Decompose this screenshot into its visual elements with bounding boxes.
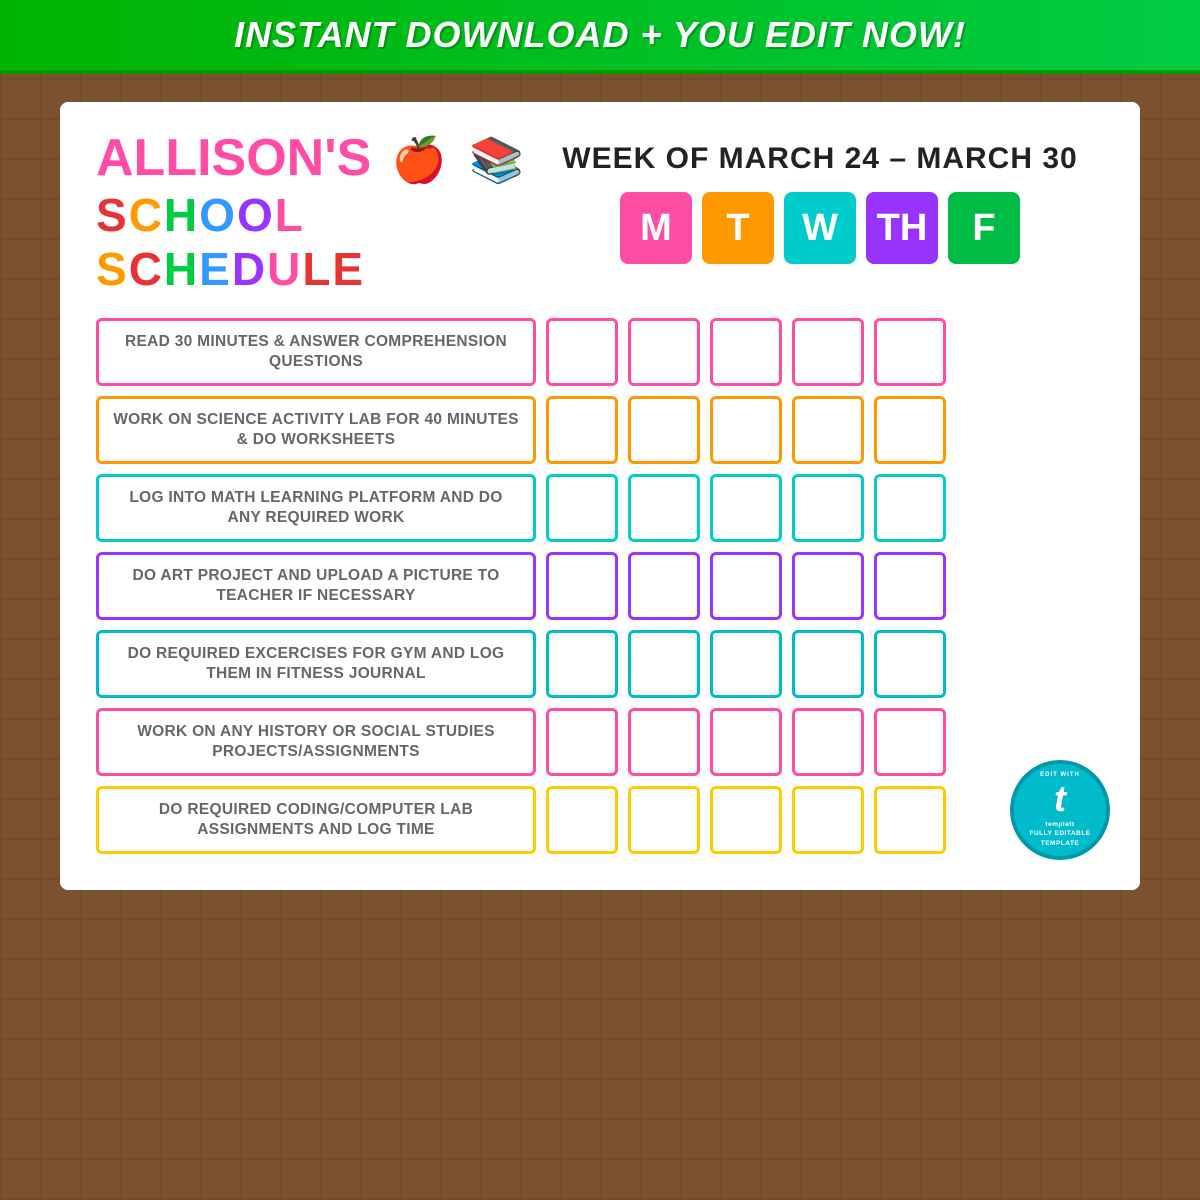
checkbox-5-thu[interactable] — [792, 630, 864, 698]
check-boxes-2 — [546, 396, 946, 464]
day-tuesday: T — [702, 192, 774, 264]
checkbox-2-fri[interactable] — [874, 396, 946, 464]
task-label-2: WORK ON SCIENCE ACTIVITY LAB FOR 40 MINU… — [96, 396, 536, 464]
checkbox-5-mon[interactable] — [546, 630, 618, 698]
task-label-4: DO ART PROJECT AND UPLOAD A PICTURE TO T… — [96, 552, 536, 620]
checkbox-2-tue[interactable] — [628, 396, 700, 464]
checkbox-5-fri[interactable] — [874, 630, 946, 698]
day-thursday: TH — [866, 192, 938, 264]
schedule-title: SCHOOL SCHEDULE — [96, 188, 536, 296]
checkbox-4-mon[interactable] — [546, 552, 618, 620]
checkbox-2-mon[interactable] — [546, 396, 618, 464]
main-card: ALLISON'S 🍎 📚 SCHOOL SCHEDULE WEEK OF MA… — [60, 102, 1140, 890]
checkbox-6-mon[interactable] — [546, 708, 618, 776]
check-boxes-7 — [546, 786, 946, 854]
top-banner: INSTANT DOWNLOAD + YOU EDIT NOW! — [0, 0, 1200, 74]
checkbox-6-fri[interactable] — [874, 708, 946, 776]
checkbox-3-fri[interactable] — [874, 474, 946, 542]
check-boxes-5 — [546, 630, 946, 698]
checkbox-5-tue[interactable] — [628, 630, 700, 698]
templett-label: templettFULLY EDITABLETEMPLATE — [1029, 820, 1090, 847]
checkbox-3-wed[interactable] — [710, 474, 782, 542]
check-boxes-6 — [546, 708, 946, 776]
checkbox-3-tue[interactable] — [628, 474, 700, 542]
title-block: ALLISON'S 🍎 📚 SCHOOL SCHEDULE — [96, 132, 536, 296]
checkbox-4-thu[interactable] — [792, 552, 864, 620]
checkbox-7-wed[interactable] — [710, 786, 782, 854]
table-row: LOG INTO MATH LEARNING PLATFORM AND DO A… — [96, 474, 1104, 542]
header-section: ALLISON'S 🍎 📚 SCHOOL SCHEDULE WEEK OF MA… — [96, 132, 1104, 296]
check-boxes-4 — [546, 552, 946, 620]
table-row: DO REQUIRED CODING/COMPUTER LAB ASSIGNME… — [96, 786, 1104, 854]
checkbox-7-fri[interactable] — [874, 786, 946, 854]
table-row: DO REQUIRED EXCERCISES FOR GYM AND LOG T… — [96, 630, 1104, 698]
day-headers: M T W TH F — [536, 192, 1104, 264]
task-grid: READ 30 MINUTES & ANSWER COMPREHENSION Q… — [96, 318, 1104, 854]
checkbox-7-tue[interactable] — [628, 786, 700, 854]
books-emoji: 📚 — [469, 139, 524, 183]
week-block: WEEK OF MARCH 24 – MARCH 30 M T W TH F — [536, 132, 1104, 264]
checkbox-1-thu[interactable] — [792, 318, 864, 386]
checkbox-1-tue[interactable] — [628, 318, 700, 386]
checkbox-5-wed[interactable] — [710, 630, 782, 698]
name-line: ALLISON'S 🍎 📚 — [96, 132, 536, 184]
day-wednesday: W — [784, 192, 856, 264]
checkbox-2-thu[interactable] — [792, 396, 864, 464]
checkbox-6-tue[interactable] — [628, 708, 700, 776]
table-row: READ 30 MINUTES & ANSWER COMPREHENSION Q… — [96, 318, 1104, 386]
checkbox-3-mon[interactable] — [546, 474, 618, 542]
check-boxes-1 — [546, 318, 946, 386]
table-row: DO ART PROJECT AND UPLOAD A PICTURE TO T… — [96, 552, 1104, 620]
day-monday: M — [620, 192, 692, 264]
templett-letter: t — [1054, 778, 1066, 820]
checkbox-4-fri[interactable] — [874, 552, 946, 620]
task-label-3: LOG INTO MATH LEARNING PLATFORM AND DO A… — [96, 474, 536, 542]
checkbox-1-fri[interactable] — [874, 318, 946, 386]
week-text: WEEK OF MARCH 24 – MARCH 30 — [536, 142, 1104, 176]
task-label-6: WORK ON ANY HISTORY OR SOCIAL STUDIES PR… — [96, 708, 536, 776]
task-label-5: DO REQUIRED EXCERCISES FOR GYM AND LOG T… — [96, 630, 536, 698]
check-boxes-3 — [546, 474, 946, 542]
checkbox-2-wed[interactable] — [710, 396, 782, 464]
checkbox-4-wed[interactable] — [710, 552, 782, 620]
checkbox-7-thu[interactable] — [792, 786, 864, 854]
apple-emoji: 🍎 — [392, 139, 447, 183]
task-label-1: READ 30 MINUTES & ANSWER COMPREHENSION Q… — [96, 318, 536, 386]
day-friday: F — [948, 192, 1020, 264]
checkbox-3-thu[interactable] — [792, 474, 864, 542]
templett-badge: EDIT WITH t templettFULLY EDITABLETEMPLA… — [1010, 760, 1110, 860]
task-label-7: DO REQUIRED CODING/COMPUTER LAB ASSIGNME… — [96, 786, 536, 854]
banner-text: INSTANT DOWNLOAD + YOU EDIT NOW! — [234, 14, 966, 55]
checkbox-7-mon[interactable] — [546, 786, 618, 854]
table-row: WORK ON SCIENCE ACTIVITY LAB FOR 40 MINU… — [96, 396, 1104, 464]
name-allisons: ALLISON'S — [96, 132, 371, 184]
checkbox-1-mon[interactable] — [546, 318, 618, 386]
checkbox-6-thu[interactable] — [792, 708, 864, 776]
checkbox-6-wed[interactable] — [710, 708, 782, 776]
checkbox-4-tue[interactable] — [628, 552, 700, 620]
table-row: WORK ON ANY HISTORY OR SOCIAL STUDIES PR… — [96, 708, 1104, 776]
checkbox-1-wed[interactable] — [710, 318, 782, 386]
